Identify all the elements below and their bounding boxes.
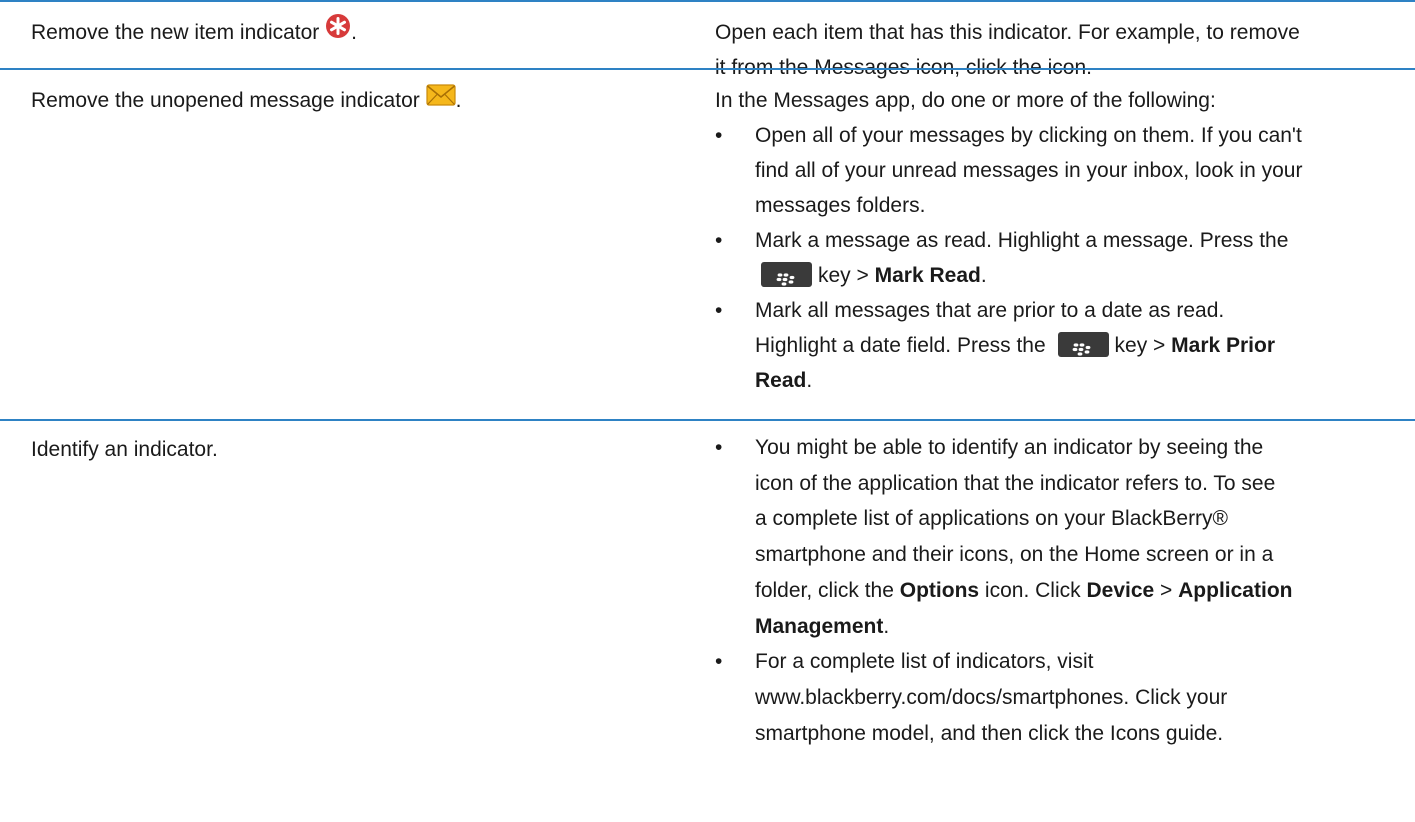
bullet-line: a complete list of applications on your … (755, 507, 1229, 531)
indicator-table: Remove the new item indicator . Open eac… (0, 0, 1415, 822)
task-cell: Remove the unopened message indicator . (0, 70, 715, 419)
bullet: • (715, 229, 723, 252)
bullet-line: For a complete list of indicators, visit (755, 650, 1094, 674)
key-label: key > (818, 264, 869, 287)
menu-item-text: Read (755, 369, 807, 392)
bullet-line: smartphone and their icons, on the Home … (755, 543, 1274, 567)
bullet-text: Highlight a date field. Press the (755, 334, 1046, 357)
unopened-message-icon (425, 82, 456, 117)
solution-line: Open each item that has this indicator. … (715, 21, 1300, 44)
bullet-line: You might be able to identify an indicat… (755, 436, 1264, 459)
bullet-line: Mark all messages that are prior to a da… (755, 299, 1225, 322)
bullet-text: folder, click the (755, 578, 894, 602)
bullet-line: www.blackberry.com/docs/smartphones. Cli… (755, 685, 1228, 709)
punctuation: . (883, 614, 890, 638)
list-item: • For a complete list of indicators, vis… (715, 644, 1391, 751)
blackberry-menu-key-icon (1057, 331, 1109, 357)
bullet: • (715, 436, 723, 459)
bullet-text: icon. Click (984, 578, 1081, 602)
list-item: • Open all of your messages by clicking … (715, 118, 1391, 223)
bullet-line: find all of your unread messages in your… (755, 159, 1303, 182)
menu-item-text: Mark Read (874, 264, 981, 287)
bullet-line: messages folders. (755, 194, 926, 217)
task-cell: Remove the new item indicator . (0, 2, 715, 68)
options-label: Options (899, 578, 980, 602)
task-end: . (351, 21, 357, 45)
table-row: Remove the unopened message indicator . … (0, 68, 1415, 419)
bullet-line: Open all of your messages by clicking on… (755, 124, 1302, 147)
separator: > (1160, 578, 1173, 602)
management-label: Management (755, 614, 884, 638)
bullet-line: Mark a message as read. Highlight a mess… (755, 229, 1289, 252)
table-row: Remove the new item indicator . Open eac… (0, 0, 1415, 79)
new-item-indicator-icon (325, 13, 351, 50)
device-label: Device (1086, 578, 1155, 602)
application-label: Application (1178, 578, 1293, 602)
bullet-line: smartphone model, and then click the Ico… (755, 721, 1224, 745)
list-item: • You might be able to identify an indic… (715, 430, 1391, 644)
menu-item-text: Mark Prior (1171, 334, 1276, 357)
task-end: . (455, 89, 462, 112)
punctuation: . (806, 369, 813, 392)
bullet: • (715, 299, 723, 322)
task-text: Remove the unopened message indicator (31, 89, 420, 112)
solution-intro: In the Messages app, do one or more of t… (715, 89, 1216, 112)
task-text: Remove the new item indicator (31, 21, 320, 45)
bullet: • (715, 124, 723, 147)
punctuation: . (980, 264, 987, 287)
list-item: • Mark a message as read. Highlight a me… (715, 223, 1391, 293)
blackberry-menu-key-icon (761, 261, 812, 287)
bullet: • (715, 650, 723, 674)
solution-cell: In the Messages app, do one or more of t… (715, 70, 1391, 419)
table-row: Identify an indicator. • You might be ab… (0, 419, 1415, 822)
key-label: key > (1114, 334, 1166, 357)
task-cell: Identify an indicator. (0, 421, 715, 822)
bullet-line: icon of the application that the indicat… (755, 471, 1276, 495)
solution-cell: • You might be able to identify an indic… (715, 421, 1391, 822)
solution-cell: Open each item that has this indicator. … (715, 2, 1391, 79)
list-item: • Mark all messages that are prior to a … (715, 293, 1391, 398)
task-text: Identify an indicator. (31, 438, 218, 461)
